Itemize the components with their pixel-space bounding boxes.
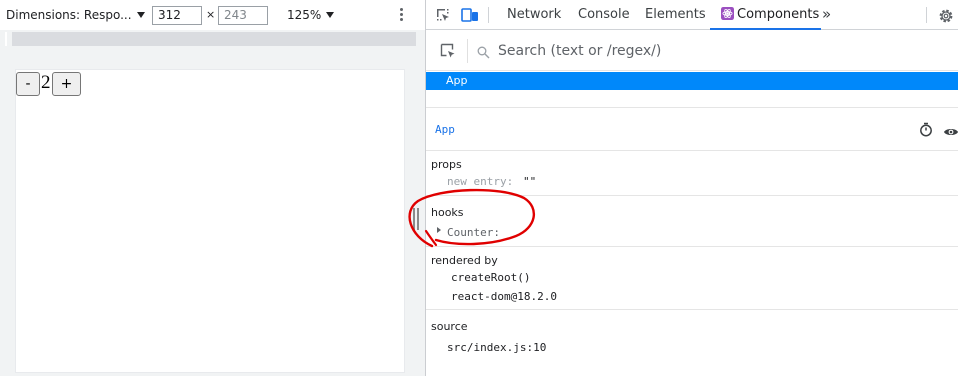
hooks-title: hooks — [431, 206, 464, 219]
more-tabs-button[interactable]: » — [822, 5, 831, 23]
react-components-icon — [721, 7, 734, 20]
tab-components[interactable]: Components — [721, 7, 819, 22]
component-tree-item-app[interactable]: App — [426, 72, 958, 90]
rendered-by-title: rendered by — [431, 254, 498, 267]
dropdown-arrow-icon — [136, 12, 145, 18]
tab-console[interactable]: Console — [578, 7, 630, 22]
height-input[interactable]: 243 — [218, 6, 268, 25]
component-search-bar — [426, 31, 958, 71]
counter-value: 2 — [41, 72, 51, 93]
props-section: props new entry: "" — [426, 151, 958, 196]
tab-network[interactable]: Network — [507, 7, 561, 22]
eye-icon[interactable] — [943, 123, 958, 142]
media-query-ruler[interactable] — [12, 32, 408, 46]
stopwatch-icon[interactable] — [919, 122, 933, 141]
tab-separator — [488, 7, 489, 23]
select-element-icon[interactable] — [440, 43, 456, 63]
search-icon — [477, 44, 490, 63]
tab-separator — [926, 7, 927, 23]
rendered-by-item[interactable]: react-dom@18.2.0 — [451, 290, 557, 303]
tab-elements[interactable]: Elements — [645, 7, 706, 22]
inspect-element-icon[interactable] — [435, 7, 451, 27]
search-input[interactable] — [498, 40, 798, 62]
width-input[interactable]: 312 — [152, 6, 202, 25]
ruler-divider — [5, 32, 7, 46]
devtools-tab-bar: Network Console Elements Components » — [426, 0, 958, 30]
dimensions-dropdown[interactable]: Dimensions: Respo... — [6, 8, 145, 22]
zoom-label: 125% — [287, 8, 322, 22]
props-title: props — [431, 158, 462, 171]
source-title: source — [431, 320, 468, 333]
rendered-by-item[interactable]: createRoot() — [451, 271, 530, 284]
hook-counter[interactable]: Counter: — [447, 226, 500, 239]
ruler-end — [408, 32, 416, 46]
source-section: source src/index.js:10 — [426, 310, 958, 376]
increment-button[interactable]: + — [52, 72, 81, 96]
times-symbol: × — [206, 8, 216, 21]
source-location[interactable]: src/index.js:10 — [447, 341, 546, 354]
component-tree-empty — [426, 90, 958, 108]
active-tab-indicator — [710, 28, 821, 30]
rendered-by-section: rendered by createRoot() react-dom@18.2.… — [426, 247, 958, 310]
devtools-panel: Network Console Elements Components » Ap… — [425, 0, 958, 376]
hooks-section: hooks Counter: — [426, 196, 958, 247]
dimensions-label: Dimensions: Respo... — [6, 8, 132, 22]
expand-triangle-icon[interactable] — [437, 227, 441, 233]
prop-value[interactable]: "" — [523, 175, 536, 188]
inspected-element-header: App — [426, 109, 958, 151]
search-separator — [467, 39, 468, 63]
device-mode-pane: Dimensions: Respo... 312 × 243 125% - 2 … — [0, 0, 425, 376]
prop-key[interactable]: new entry: — [447, 175, 513, 188]
zoom-dropdown[interactable]: 125% — [287, 8, 335, 22]
dropdown-arrow-icon — [326, 12, 335, 18]
decrement-button[interactable]: - — [16, 72, 40, 96]
settings-gear-icon[interactable] — [937, 7, 955, 29]
emulated-viewport: - 2 + — [15, 69, 405, 373]
device-toggle-icon[interactable] — [461, 7, 479, 27]
tab-components-label: Components — [737, 7, 820, 22]
screen: Dimensions: Respo... 312 × 243 125% - 2 … — [0, 0, 958, 376]
inspected-component-name: App — [435, 123, 455, 136]
resize-handle[interactable] — [413, 208, 419, 230]
device-toolbar: Dimensions: Respo... 312 × 243 125% — [0, 0, 425, 30]
kebab-menu-icon[interactable] — [398, 8, 404, 22]
